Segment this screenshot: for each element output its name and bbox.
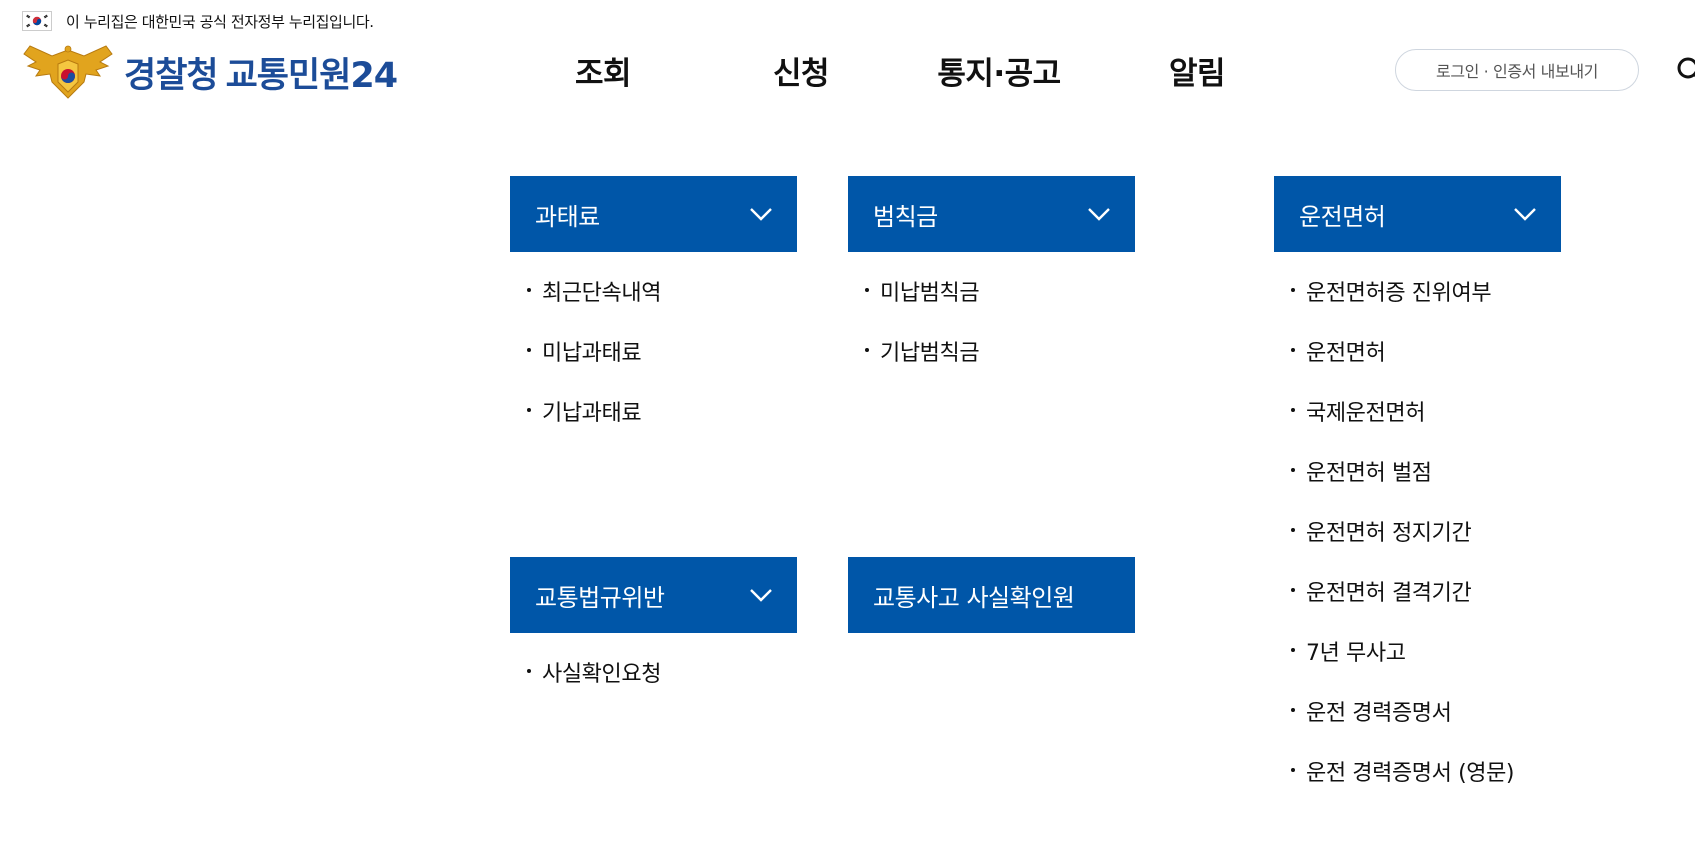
bullet-dot: [1291, 288, 1295, 292]
menu-title-penalty: 범칙금: [873, 202, 938, 231]
bullet-dot: [1291, 528, 1295, 532]
submenu-item-label: 운전면허증 진위여부: [1306, 281, 1492, 306]
kr-flag-icon: [22, 11, 52, 31]
nav-item-inquiry[interactable]: 조회: [518, 48, 688, 93]
submenu-item-suspension-period[interactable]: 운전면허 정지기간: [1274, 515, 1561, 575]
submenu-item-label: 국제운전면허: [1306, 401, 1426, 426]
submenu-item-unpaid-penalty[interactable]: 미납범칙금: [848, 275, 1135, 335]
search-icon[interactable]: [1676, 56, 1695, 86]
gov-banner-text: 이 누리집은 대한민국 공식 전자정부 누리집입니다.: [66, 12, 374, 31]
menu-head-penalty[interactable]: 범칙금: [848, 176, 1135, 252]
menu-title-violation: 교통법규위반: [535, 583, 665, 612]
nav-item-news[interactable]: 알림: [1112, 48, 1282, 93]
submenu-item-label: 기납과태료: [542, 401, 642, 426]
bullet-dot: [527, 408, 531, 412]
bullet-dot: [527, 288, 531, 292]
submenu-fine: 최근단속내역 미납과태료 기납과태료: [510, 275, 797, 455]
chevron-down-icon: [1088, 208, 1110, 221]
submenu-item-license-points[interactable]: 운전면허 벌점: [1274, 455, 1561, 515]
bullet-dot: [1291, 708, 1295, 712]
nav-item-apply[interactable]: 신청: [716, 48, 886, 93]
submenu-item-paid-penalty[interactable]: 기납범칙금: [848, 335, 1135, 395]
menu-title-license: 운전면허: [1299, 202, 1386, 231]
submenu-item-label: 미납범칙금: [880, 281, 980, 306]
bullet-dot: [1291, 768, 1295, 772]
submenu-item-label: 사실확인요청: [542, 662, 662, 687]
submenu-item-label: 최근단속내역: [542, 281, 662, 306]
submenu-item-label: 7년 무사고: [1306, 641, 1406, 666]
submenu-item-label: 운전 경력증명서: [1306, 701, 1452, 726]
logo-text-service: 교통민원24: [225, 55, 399, 96]
submenu-item-driving-record[interactable]: 운전 경력증명서: [1274, 695, 1561, 755]
menu-head-violation[interactable]: 교통법규위반: [510, 557, 797, 633]
submenu-item-license-authenticity[interactable]: 운전면허증 진위여부: [1274, 275, 1561, 335]
bullet-dot: [1291, 588, 1295, 592]
bullet-dot: [865, 348, 869, 352]
menu-violation: 교통법규위반 사실확인요청: [510, 557, 797, 716]
submenu-license: 운전면허증 진위여부 운전면허 국제운전면허 운전면허 벌점 운전면허 정지기간…: [1274, 275, 1561, 815]
menu-head-license[interactable]: 운전면허: [1274, 176, 1561, 252]
bullet-dot: [1291, 348, 1295, 352]
page: 이 누리집은 대한민국 공식 전자정부 누리집입니다. 경찰청 교통민원24 조회…: [0, 0, 1695, 846]
submenu-item-label: 운전면허: [1306, 341, 1386, 366]
submenu-item-license[interactable]: 운전면허: [1274, 335, 1561, 395]
site-logo[interactable]: 경찰청 교통민원24: [22, 42, 399, 102]
menu-license: 운전면허 운전면허증 진위여부 운전면허 국제운전면허 운전면허 벌점 운전면허…: [1274, 176, 1561, 815]
submenu-item-international-license[interactable]: 국제운전면허: [1274, 395, 1561, 455]
chevron-down-icon: [750, 589, 772, 602]
submenu-item-accident-free[interactable]: 7년 무사고: [1274, 635, 1561, 695]
submenu-violation: 사실확인요청: [510, 656, 797, 716]
submenu-item-recent-enforcement[interactable]: 최근단속내역: [510, 275, 797, 335]
submenu-penalty: 미납범칙금 기납범칙금: [848, 275, 1135, 395]
submenu-item-label: 운전면허 결격기간: [1306, 581, 1472, 606]
submenu-item-label: 기납범칙금: [880, 341, 980, 366]
bullet-dot: [527, 669, 531, 673]
menu-head-fine[interactable]: 과태료: [510, 176, 797, 252]
menu-head-accident[interactable]: 교통사고 사실확인원: [848, 557, 1135, 633]
logo-text-agency: 경찰청: [124, 55, 219, 96]
submenu-item-label: 운전면허 벌점: [1306, 461, 1432, 486]
gov-banner: 이 누리집은 대한민국 공식 전자정부 누리집입니다.: [22, 10, 374, 32]
bullet-dot: [865, 288, 869, 292]
police-emblem-icon: [23, 45, 113, 99]
submenu-item-driving-record-en[interactable]: 운전 경력증명서 (영문): [1274, 755, 1561, 815]
submenu-item-disqualification-period[interactable]: 운전면허 결격기간: [1274, 575, 1561, 635]
menu-fine: 과태료 최근단속내역 미납과태료 기납과태료: [510, 176, 797, 455]
submenu-item-fact-check-request[interactable]: 사실확인요청: [510, 656, 797, 716]
bullet-dot: [527, 348, 531, 352]
menu-accident: 교통사고 사실확인원: [848, 557, 1135, 633]
submenu-item-paid-fine[interactable]: 기납과태료: [510, 395, 797, 455]
nav-item-notice[interactable]: 통지·공고: [914, 48, 1084, 93]
menu-title-accident: 교통사고 사실확인원: [873, 583, 1075, 612]
menu-title-fine: 과태료: [535, 202, 600, 231]
menu-penalty: 범칙금 미납범칙금 기납범칙금: [848, 176, 1135, 395]
submenu-item-label: 운전면허 정지기간: [1306, 521, 1472, 546]
submenu-item-label: 미납과태료: [542, 341, 642, 366]
chevron-down-icon: [750, 208, 772, 221]
bullet-dot: [1291, 468, 1295, 472]
bullet-dot: [1291, 408, 1295, 412]
bullet-dot: [1291, 648, 1295, 652]
submenu-item-label: 운전 경력증명서 (영문): [1306, 761, 1515, 786]
submenu-item-unpaid-fine[interactable]: 미납과태료: [510, 335, 797, 395]
login-button[interactable]: 로그인 · 인증서 내보내기: [1395, 49, 1639, 91]
chevron-down-icon: [1514, 208, 1536, 221]
